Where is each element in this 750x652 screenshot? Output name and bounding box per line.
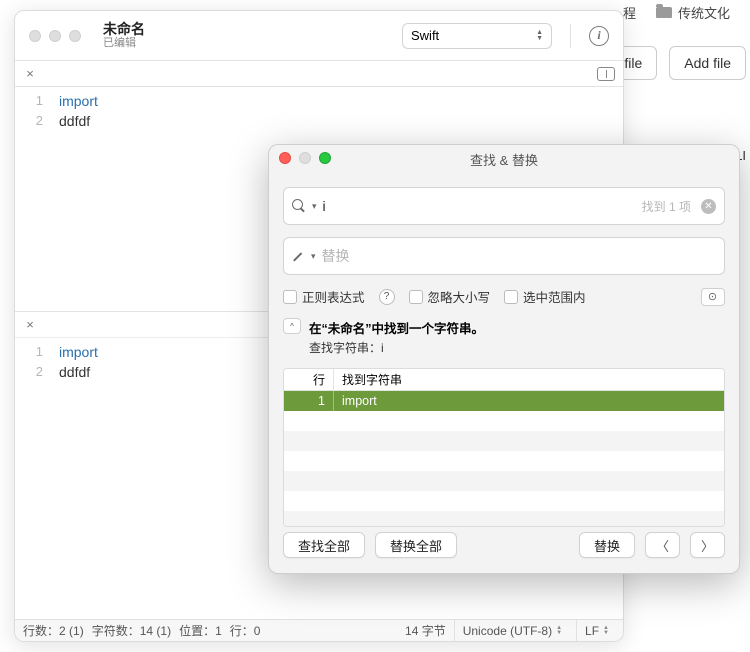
find-body: ▾ i 找到 1 项 ✕ ▾ 替换 正则表达式 ? 忽略大小写 选中范围内 <box>269 173 739 527</box>
results-header: 行 找到字符串 <box>284 369 724 391</box>
checkbox[interactable] <box>409 290 423 304</box>
checkbox[interactable] <box>504 290 518 304</box>
background-buttons: file Add file <box>609 46 750 80</box>
status-line-ending[interactable]: LF ▲▼ <box>576 620 615 641</box>
editor-tabbar-top: × <box>15 61 623 87</box>
results-empty-rows <box>284 411 724 526</box>
stepper-icon: ▲▼ <box>603 626 609 636</box>
find-title: 查找 & 替换 <box>470 150 538 169</box>
replace-all-button[interactable]: 替换全部 <box>375 532 457 558</box>
find-titlebar[interactable]: 查找 & 替换 <box>269 145 739 173</box>
find-footer: 查找全部 替换全部 替换 〈 〉 <box>269 527 739 573</box>
more-options-button[interactable]: ⊙ <box>701 288 725 306</box>
prev-result-button[interactable]: 〈 <box>645 532 680 558</box>
option-regex[interactable]: 正则表达式 <box>283 287 365 306</box>
status-position: 位置：1 <box>179 622 222 639</box>
window-title: 未命名 <box>103 21 145 37</box>
option-in-selection[interactable]: 选中范围内 <box>504 287 586 306</box>
find-options: 正则表达式 ? 忽略大小写 选中范围内 ⊙ <box>283 287 725 306</box>
status-bar: 行数：2 (1) 字符数：14 (1) 位置：1 行：0 14 字节 Unico… <box>15 619 623 641</box>
bg-folder-item[interactable]: 传统文化 <box>656 3 730 22</box>
window-subtitle: 已编辑 <box>103 37 145 50</box>
sidebar-toggle-icon[interactable] <box>597 67 615 81</box>
language-select[interactable]: Swift ▲▼ <box>402 23 552 49</box>
col-string[interactable]: 找到字符串 <box>334 371 402 388</box>
gutter-bottom: 1 2 <box>15 338 51 619</box>
results-table: 行 找到字符串 1 import <box>283 368 725 527</box>
option-label: 忽略大小写 <box>428 287 491 306</box>
code-line: import <box>59 91 623 111</box>
search-result-count: 找到 1 项 <box>642 198 691 215</box>
pencil-icon <box>292 250 305 263</box>
col-line[interactable]: 行 <box>284 369 334 390</box>
traffic-max[interactable] <box>69 30 81 42</box>
chevron-down-icon[interactable]: ▾ <box>311 251 316 262</box>
find-replace-window: 查找 & 替换 ▾ i 找到 1 项 ✕ ▾ 替换 正则表达式 ? 忽略大小写 <box>268 144 740 574</box>
status-chars: 字符数：14 (1) <box>92 622 171 639</box>
editor-titlebar[interactable]: 未命名 已编辑 Swift ▲▼ i <box>15 11 623 61</box>
toolbar-divider <box>570 24 571 48</box>
code-body-top[interactable]: import ddfdf <box>51 87 623 131</box>
window-titles: 未命名 已编辑 <box>103 21 145 50</box>
window-traffic-lights <box>29 30 81 42</box>
checkbox[interactable] <box>283 290 297 304</box>
bg-folder-label: 传统文化 <box>678 3 730 22</box>
line-number: 2 <box>15 362 43 382</box>
cell-string: import <box>334 394 377 408</box>
collapse-toggle[interactable]: ^ <box>283 318 301 334</box>
replace-button[interactable]: 替换 <box>579 532 635 558</box>
cell-line: 1 <box>284 391 334 411</box>
gutter-top: 1 2 <box>15 87 51 311</box>
chevron-down-icon[interactable]: ▾ <box>312 201 317 212</box>
traffic-close[interactable] <box>29 30 41 42</box>
status-row: 行：0 <box>230 622 261 639</box>
traffic-min[interactable] <box>299 152 311 164</box>
status-encoding[interactable]: Unicode (UTF-8) ▲▼ <box>454 620 568 641</box>
clear-icon[interactable]: ✕ <box>701 199 716 214</box>
traffic-min[interactable] <box>49 30 61 42</box>
code-line: ddfdf <box>59 111 623 131</box>
option-label: 正则表达式 <box>302 287 365 306</box>
replace-placeholder: 替换 <box>322 246 716 266</box>
option-ignore-case[interactable]: 忽略大小写 <box>409 287 491 306</box>
summary-main: 在“未命名”中找到一个字符串。 <box>309 318 484 337</box>
stepper-icon: ▲▼ <box>536 30 543 42</box>
search-value[interactable]: i <box>323 198 636 214</box>
find-all-button[interactable]: 查找全部 <box>283 532 365 558</box>
stepper-icon: ▲▼ <box>556 626 562 636</box>
line-number: 1 <box>15 91 43 111</box>
replace-field[interactable]: ▾ 替换 <box>283 237 725 275</box>
find-traffic-lights <box>279 152 331 164</box>
option-label: 选中范围内 <box>523 287 586 306</box>
language-value: Swift <box>411 28 439 43</box>
search-icon <box>292 199 306 213</box>
next-result-button[interactable]: 〉 <box>690 532 725 558</box>
summary-sub: 查找字符串：i <box>309 339 484 356</box>
status-bytes: 14 字节 <box>405 622 446 639</box>
find-summary: ^ 在“未命名”中找到一个字符串。 查找字符串：i <box>283 318 725 356</box>
bg-button-add-file[interactable]: Add file <box>669 46 746 80</box>
tab-close-button[interactable]: × <box>23 67 37 81</box>
help-icon[interactable]: ? <box>379 289 395 305</box>
status-lines: 行数：2 (1) <box>23 622 84 639</box>
result-row[interactable]: 1 import <box>284 391 724 411</box>
tab-close-button[interactable]: × <box>23 318 37 332</box>
traffic-max[interactable] <box>319 152 331 164</box>
folder-icon <box>656 7 672 18</box>
line-number: 1 <box>15 342 43 362</box>
line-number: 2 <box>15 111 43 131</box>
traffic-close[interactable] <box>279 152 291 164</box>
bg-text: 程 <box>623 3 636 22</box>
info-icon[interactable]: i <box>589 26 609 46</box>
search-field[interactable]: ▾ i 找到 1 项 ✕ <box>283 187 725 225</box>
